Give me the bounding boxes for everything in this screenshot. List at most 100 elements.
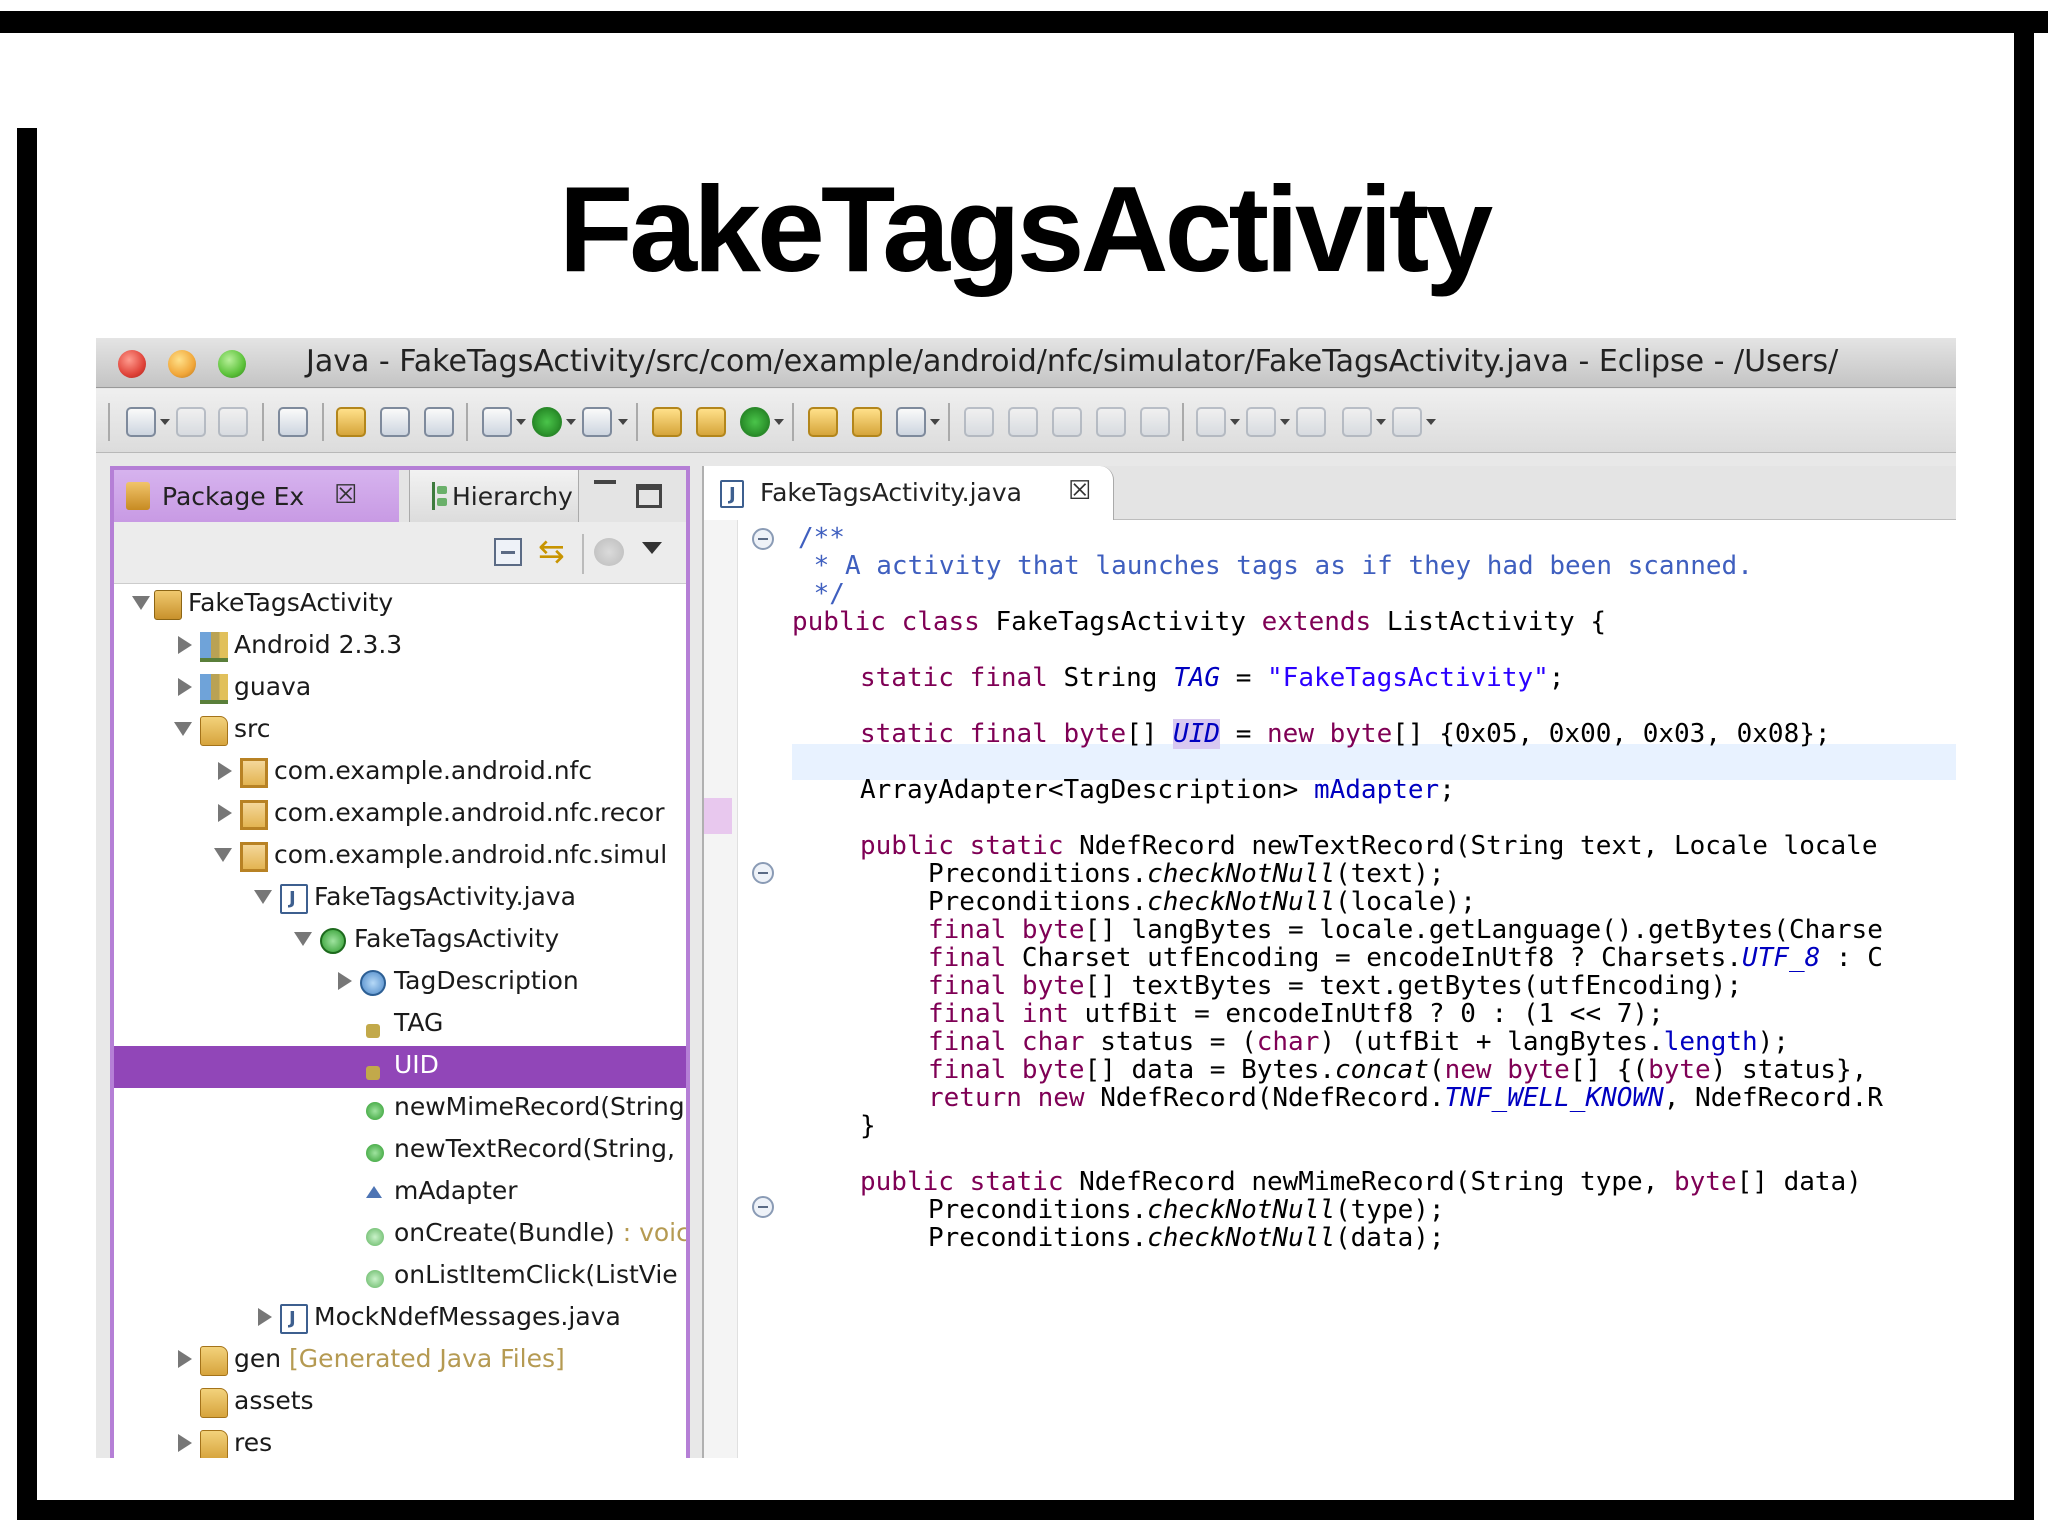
fold-collapse-icon[interactable]	[752, 862, 774, 884]
tree-item[interactable]: FakeTagsActivity.java	[114, 878, 686, 920]
tab-package-explorer[interactable]: Package Ex ☒	[114, 470, 399, 522]
maximize-view-icon[interactable]	[636, 484, 662, 508]
run-icon[interactable]	[532, 407, 562, 437]
collapsed-icon[interactable]	[218, 804, 232, 822]
run-dropdown-icon[interactable]	[566, 419, 576, 425]
tree-item[interactable]: mAdapter	[114, 1172, 686, 1214]
tree-item[interactable]: TAG	[114, 1004, 686, 1046]
close-icon[interactable]: ☒	[334, 480, 357, 510]
tree-item[interactable]: TagDescription	[114, 962, 686, 1004]
external-tools-icon[interactable]	[582, 407, 612, 437]
fold-collapse-icon[interactable]	[752, 528, 774, 550]
tree-item[interactable]: FakeTagsActivity	[114, 920, 686, 962]
collapsed-icon[interactable]	[258, 1308, 272, 1326]
block-selection-icon[interactable]	[1096, 407, 1126, 437]
close-icon[interactable]: ☒	[1068, 476, 1091, 506]
collapsed-icon[interactable]	[338, 972, 352, 990]
close-window-button[interactable]	[118, 350, 146, 378]
tree-item[interactable]: Android 2.3.3	[114, 626, 686, 668]
tree-item[interactable]: src	[114, 710, 686, 752]
save-icon[interactable]	[176, 407, 206, 437]
new-junit-test-icon[interactable]	[380, 407, 410, 437]
expanded-icon[interactable]	[132, 596, 150, 610]
new-dropdown-icon[interactable]	[160, 419, 170, 425]
new-java-project-icon[interactable]	[336, 407, 366, 437]
new-android-xml-icon[interactable]	[424, 407, 454, 437]
collapsed-icon[interactable]	[178, 1434, 192, 1452]
fold-collapse-icon[interactable]	[752, 1196, 774, 1218]
slide-border-bottom	[17, 1500, 2034, 1520]
tree-item[interactable]: MockNdefMessages.java	[114, 1298, 686, 1340]
next-annotation-icon[interactable]	[1196, 407, 1226, 437]
previous-annotation-icon[interactable]	[1246, 407, 1276, 437]
back-icon[interactable]	[1342, 407, 1372, 437]
highlight-icon[interactable]	[1008, 407, 1038, 437]
view-menu-icon[interactable]	[642, 542, 662, 554]
tree-item[interactable]: newTextRecord(String,	[114, 1130, 686, 1172]
tree-item[interactable]: newMimeRecord(String	[114, 1088, 686, 1130]
open-folder-icon[interactable]	[852, 407, 882, 437]
collapsed-icon[interactable]	[178, 636, 192, 654]
editor-vertical-ruler[interactable]	[704, 520, 738, 1458]
tree-item[interactable]: FakeTagsActivity	[114, 584, 686, 626]
tree-item[interactable]: res	[114, 1424, 686, 1458]
code-token: NdefRecord(NdefRecord.	[1084, 1083, 1445, 1113]
last-edit-icon[interactable]	[1296, 407, 1326, 437]
link-with-editor-icon[interactable]	[538, 532, 572, 570]
toggle-breadcrumb-icon[interactable]	[1052, 407, 1082, 437]
external-tools-dropdown-icon[interactable]	[618, 419, 628, 425]
collapse-all-icon[interactable]	[494, 538, 522, 566]
print-icon[interactable]	[218, 407, 248, 437]
filter-icon[interactable]	[594, 538, 624, 566]
debug-icon[interactable]	[482, 407, 512, 437]
tab-fake-tags-activity-java[interactable]: FakeTagsActivity.java ☒	[704, 466, 1114, 520]
next-annotation-dropdown-icon[interactable]	[1230, 419, 1240, 425]
tree-item[interactable]: onCreate(Bundle) : voic	[114, 1214, 686, 1256]
tree-item[interactable]: onListItemClick(ListVie	[114, 1256, 686, 1298]
expanded-icon[interactable]	[174, 722, 192, 736]
collapsed-icon[interactable]	[218, 762, 232, 780]
collapsed-icon[interactable]	[178, 1350, 192, 1368]
folder-icon	[200, 1388, 228, 1418]
new-class-icon[interactable]	[696, 407, 726, 437]
expanded-icon[interactable]	[294, 932, 312, 946]
show-whitespace-icon[interactable]	[1140, 407, 1170, 437]
new-package-icon[interactable]	[652, 407, 682, 437]
search-icon[interactable]	[896, 407, 926, 437]
tree-item[interactable]: com.example.android.nfc.simul	[114, 836, 686, 878]
back-dropdown-icon[interactable]	[1376, 419, 1386, 425]
tree-item-label: mAdapter	[394, 1176, 518, 1205]
android-sdk-icon[interactable]	[278, 407, 308, 437]
code-area[interactable]: /** * A activity that launches tags as i…	[792, 520, 1956, 1458]
new-class-dropdown-icon[interactable]	[774, 419, 784, 425]
new-class-wizard-icon[interactable]	[740, 407, 770, 437]
zoom-window-button[interactable]	[218, 350, 246, 378]
main-toolbar	[96, 389, 1956, 453]
code-token: static final byte	[860, 719, 1127, 749]
tree-item-label: guava	[234, 672, 312, 701]
code-token: "FakeTagsActivity"	[1267, 663, 1549, 693]
tree-item[interactable]: gen [Generated Java Files]	[114, 1340, 686, 1382]
tree-item-label: UID	[394, 1050, 439, 1079]
expanded-icon[interactable]	[254, 890, 272, 904]
open-type-icon[interactable]	[808, 407, 838, 437]
tree-item[interactable]: guava	[114, 668, 686, 710]
new-icon[interactable]	[126, 407, 156, 437]
tree-item[interactable]: com.example.android.nfc	[114, 752, 686, 794]
tree-item-label: FakeTagsActivity	[354, 924, 560, 953]
toggle-annotation-icon[interactable]	[964, 407, 994, 437]
minimize-view-icon[interactable]	[594, 480, 616, 500]
tree-item[interactable]: com.example.android.nfc.recor	[114, 794, 686, 836]
tree-item-selected[interactable]: UID	[114, 1046, 686, 1088]
tree-item[interactable]: assets	[114, 1382, 686, 1424]
collapsed-icon[interactable]	[178, 678, 192, 696]
expanded-icon[interactable]	[214, 848, 232, 862]
forward-dropdown-icon[interactable]	[1426, 419, 1436, 425]
slide-border-left	[17, 128, 37, 1518]
minimize-window-button[interactable]	[168, 350, 196, 378]
code-line: static final byte[] UID = new byte[] {0x…	[860, 716, 1831, 752]
search-dropdown-icon[interactable]	[930, 419, 940, 425]
forward-icon[interactable]	[1392, 407, 1422, 437]
previous-annotation-dropdown-icon[interactable]	[1280, 419, 1290, 425]
debug-dropdown-icon[interactable]	[516, 419, 526, 425]
